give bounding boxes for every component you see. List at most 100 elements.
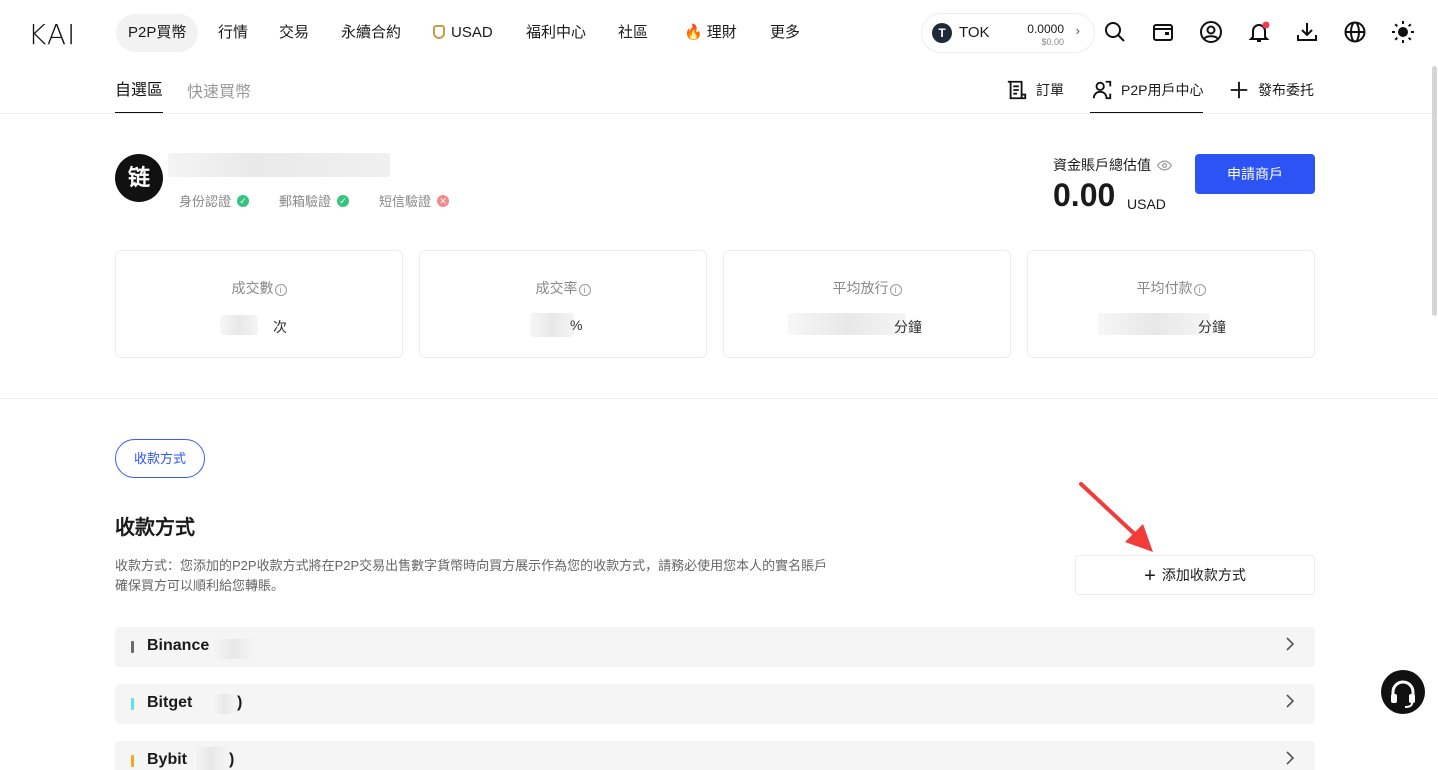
payment-methods-description: 收款方式：您添加的P2P收款方式將在P2P交易出售數字貨幣時向買方展示作為您的收… <box>115 558 828 593</box>
payment-method-redacted <box>211 639 255 659</box>
customer-support-button[interactable] <box>1381 670 1425 714</box>
nav-item-rewards[interactable]: 福利中心 <box>514 14 598 52</box>
theme-sun-icon[interactable] <box>1391 20 1415 44</box>
stat-title: 成交率 i <box>420 278 706 298</box>
plus-icon: + <box>1144 565 1156 587</box>
nav-item-usad[interactable]: USAD <box>421 14 505 52</box>
stat-card-avg-payment: 平均付款 i 分鐘 <box>1027 250 1315 358</box>
payment-method-tail: ) <box>229 751 235 768</box>
payment-method-name: Binance <box>147 637 210 654</box>
stat-title: 成交數 i <box>116 278 402 298</box>
stat-value-redacted <box>530 313 574 337</box>
check-circle-icon: ✓ <box>237 194 250 207</box>
info-icon[interactable]: i <box>274 284 287 296</box>
tab-quick-buy[interactable]: 快速買幣 <box>187 78 251 102</box>
payment-method-redacted <box>193 747 229 770</box>
verification-sms-label: 短信驗證 <box>379 194 432 209</box>
bell-icon[interactable] <box>1247 20 1271 44</box>
annotation-arrow <box>1079 482 1153 552</box>
chevron-right-icon <box>1285 750 1295 770</box>
download-icon[interactable] <box>1295 20 1319 44</box>
stat-title-text: 成交數 <box>231 280 274 296</box>
stat-title-text: 平均付款 <box>1136 280 1193 296</box>
stat-card-avg-release: 平均放行 i 分鐘 <box>723 250 1011 358</box>
payment-method-row[interactable]: Bybit ) <box>115 741 1315 770</box>
info-icon[interactable]: i <box>889 284 902 296</box>
token-balance-widget[interactable]: T TOK 0.0000 $0.00 › <box>921 13 1095 53</box>
nav-item-market[interactable]: 行情 <box>206 14 260 52</box>
stat-suffix: 分鐘 <box>894 319 922 335</box>
nav-item-p2p[interactable]: P2P買幣 <box>116 14 199 52</box>
nav-item-earn-label: 理財 <box>706 24 737 41</box>
stat-title-text: 平均放行 <box>832 280 889 296</box>
payment-method-tail: ) <box>237 694 243 711</box>
logo[interactable]: KAI <box>28 18 76 51</box>
asset-total-label-text: 資金賬戶總估值 <box>1053 157 1151 173</box>
payment-methods-title: 收款方式 <box>115 517 195 539</box>
username-redacted <box>168 153 390 177</box>
tab-payment-methods[interactable]: 收款方式 <box>115 439 205 478</box>
add-payment-method-button[interactable]: + 添加收款方式 <box>1075 555 1315 595</box>
payment-method-row[interactable]: Binance <box>115 627 1315 667</box>
users-icon <box>1092 80 1112 100</box>
info-icon[interactable]: i <box>578 284 591 296</box>
verification-sms: 短信驗證 ✕ <box>379 191 450 210</box>
stat-card-completion-rate: 成交率 i % <box>419 250 707 358</box>
nav-item-perpetual[interactable]: 永續合約 <box>329 14 413 52</box>
nav-item-more[interactable]: 更多 <box>758 14 812 52</box>
wallet-icon[interactable] <box>1151 20 1175 44</box>
eye-icon[interactable] <box>1157 158 1172 173</box>
usad-badge-icon <box>433 25 445 39</box>
stat-suffix: 分鐘 <box>1198 319 1226 335</box>
tok-coin-icon: T <box>932 23 952 43</box>
info-icon[interactable]: i <box>1193 284 1206 296</box>
stat-value-redacted <box>220 315 258 335</box>
avatar: 链 <box>115 154 163 202</box>
stat-suffix: 次 <box>273 319 287 335</box>
orders-label: 訂單 <box>1036 82 1064 98</box>
payment-method-name: Bitget <box>147 694 193 711</box>
stat-title: 平均付款 i <box>1028 278 1314 298</box>
nav-item-trade[interactable]: 交易 <box>267 14 321 52</box>
orders-link[interactable]: 訂單 <box>1006 79 1064 101</box>
payment-method-row[interactable]: Bitget ) <box>115 684 1315 724</box>
payment-method-redacted <box>211 694 237 714</box>
p2p-user-center-link[interactable]: P2P用戶中心 <box>1091 79 1203 101</box>
stat-card-trades: 成交數 i 次 <box>115 250 403 358</box>
p2p-user-center-label: P2P用戶中心 <box>1121 82 1204 98</box>
nav-item-community[interactable]: 社區 <box>606 14 660 52</box>
token-symbol: TOK <box>959 24 990 41</box>
stat-value-redacted <box>1098 313 1210 335</box>
order-icon <box>1007 80 1027 100</box>
x-circle-icon: ✕ <box>437 194 450 207</box>
tab-favorites[interactable]: 自選區 <box>115 76 163 100</box>
subnav-divider <box>0 113 1438 114</box>
search-icon[interactable] <box>1103 20 1127 44</box>
asset-total-unit: USAD <box>1127 196 1166 212</box>
payment-method-color-bar <box>131 641 134 653</box>
scrollbar-thumb[interactable] <box>1432 66 1437 316</box>
chevron-right-icon <box>1285 636 1295 657</box>
user-icon[interactable] <box>1199 20 1223 44</box>
flame-icon: 🔥 <box>684 24 703 41</box>
verification-email: 郵箱驗證 ✓ <box>279 191 350 210</box>
headset-icon <box>1391 680 1415 708</box>
add-payment-method-label: 添加收款方式 <box>1161 567 1246 583</box>
nav-item-earn[interactable]: 🔥 理財 <box>672 14 749 52</box>
post-ad-label: 發布委托 <box>1258 82 1314 98</box>
section-divider <box>0 398 1438 399</box>
asset-total-label: 資金賬戶總估值 <box>1053 155 1172 175</box>
check-circle-icon: ✓ <box>337 194 350 207</box>
nav-item-usad-label: USAD <box>451 24 493 41</box>
verification-identity-label: 身份認證 <box>179 194 232 209</box>
token-usd-value: $0.00 <box>1041 37 1064 47</box>
top-nav: KAI P2P買幣 行情 交易 永續合約 USAD 福利中心 社區 🔥 理財 更多… <box>0 0 1438 64</box>
post-ad-link[interactable]: 發布委托 <box>1228 79 1314 101</box>
globe-icon[interactable] <box>1343 20 1367 44</box>
payment-method-name: Bybit <box>147 751 187 768</box>
token-balance: 0.0000 <box>1027 22 1064 36</box>
chevron-right-icon <box>1285 693 1295 714</box>
chevron-right-icon: › <box>1075 23 1080 38</box>
verification-identity: 身份認證 ✓ <box>179 191 250 210</box>
apply-merchant-button[interactable]: 申請商戶 <box>1195 154 1315 194</box>
